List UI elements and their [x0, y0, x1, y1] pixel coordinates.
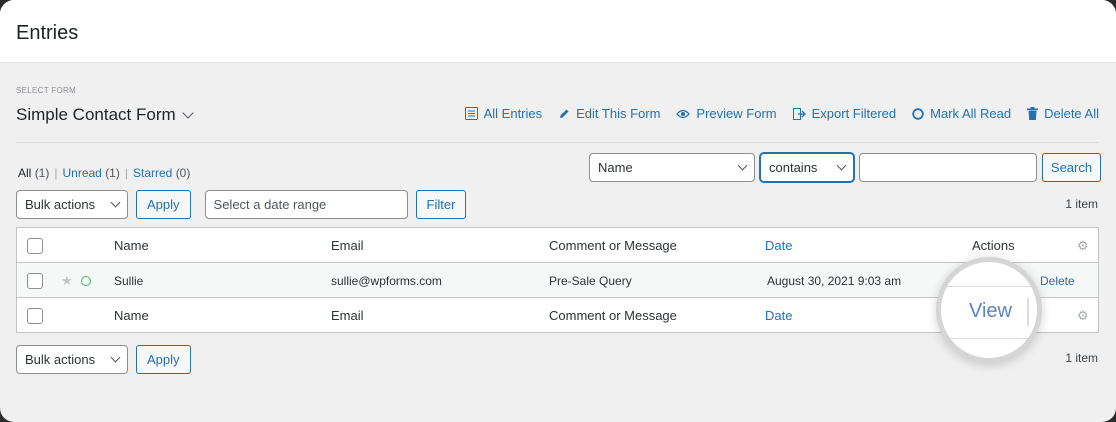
page-title: Entries — [16, 22, 79, 44]
edit-form-link[interactable]: Edit This Form — [558, 106, 660, 121]
search-field-value: Name — [598, 160, 633, 175]
row-checkbox[interactable] — [27, 263, 43, 298]
chevron-down-icon — [737, 160, 748, 171]
date-range-input[interactable]: Select a date range — [204, 190, 408, 219]
bulk-actions-top: Bulk actions Apply Select a date range F… — [16, 190, 467, 219]
bulk-actions-value: Bulk actions — [25, 352, 96, 367]
filter-starred[interactable]: Starred (0) — [133, 166, 190, 180]
cell-message: Pre-Sale Query — [549, 273, 632, 288]
filter-all[interactable]: All (1) — [18, 166, 49, 180]
filter-unread[interactable]: Unread (1) — [62, 166, 119, 180]
search-bar: Name contains Search — [589, 153, 1101, 182]
gear-icon[interactable]: ⚙ — [1077, 228, 1089, 263]
chevron-down-icon — [836, 160, 847, 171]
unread-indicator-icon[interactable] — [81, 263, 91, 298]
view-link-magnifier: View — [936, 257, 1042, 363]
column-footer-email: Email — [331, 308, 364, 323]
delete-entry-link[interactable]: Delete — [1040, 263, 1075, 298]
column-header-email: Email — [331, 238, 364, 253]
export-filtered-link[interactable]: Export Filtered — [792, 106, 897, 121]
item-count-bottom: 1 item — [1065, 351, 1098, 365]
eye-icon — [676, 109, 691, 118]
search-operator-select[interactable]: contains — [760, 153, 854, 182]
table-row: ★ Sullie sullie@wpforms.com Pre-Sale Que… — [17, 263, 1098, 298]
cell-email: sullie@wpforms.com — [331, 273, 442, 288]
apply-button-bottom[interactable]: Apply — [136, 345, 191, 374]
divider — [16, 142, 1099, 143]
bulk-actions-bottom: Bulk actions Apply — [16, 345, 191, 374]
circle-icon — [912, 107, 924, 120]
column-footer-message: Comment or Message — [549, 308, 677, 323]
preview-form-label: Preview Form — [696, 106, 777, 121]
search-button[interactable]: Search — [1042, 153, 1101, 182]
item-count: 1 item — [1065, 197, 1098, 211]
cell-date: August 30, 2021 9:03 am — [767, 273, 902, 288]
separator — [1027, 298, 1029, 326]
delete-all-label: Delete All — [1044, 106, 1099, 121]
form-name: Simple Contact Form — [16, 105, 176, 124]
chevron-down-icon — [110, 197, 121, 208]
search-field-select[interactable]: Name — [589, 153, 755, 182]
edit-form-label: Edit This Form — [576, 106, 661, 121]
divider — [941, 338, 1037, 339]
select-all-checkbox[interactable] — [27, 228, 43, 263]
view-entry-link[interactable]: View — [969, 300, 1012, 323]
select-all-checkbox-footer[interactable] — [27, 298, 43, 333]
select-form-label: SELECT FORM — [16, 86, 77, 95]
delete-all-link[interactable]: Delete All — [1027, 106, 1099, 121]
star-icon[interactable]: ★ — [61, 263, 73, 298]
table-header-row: Name Email Comment or Message Date Actio… — [17, 228, 1098, 263]
divider — [941, 286, 1037, 287]
column-footer-date[interactable]: Date — [765, 298, 792, 333]
trash-icon — [1027, 107, 1039, 120]
mark-all-read-link[interactable]: Mark All Read — [912, 106, 1011, 121]
search-input[interactable] — [859, 153, 1037, 182]
bulk-actions-select-bottom[interactable]: Bulk actions — [16, 345, 128, 374]
export-filtered-label: Export Filtered — [811, 106, 897, 121]
cell-name: Sullie — [114, 273, 144, 288]
filter-button[interactable]: Filter — [415, 190, 467, 219]
list-icon — [464, 107, 478, 120]
form-actions: All Entries Edit This Form Preview Form … — [464, 106, 1099, 121]
bulk-actions-select[interactable]: Bulk actions — [16, 190, 128, 219]
bulk-actions-value: Bulk actions — [25, 197, 96, 212]
preview-form-link[interactable]: Preview Form — [676, 106, 777, 121]
app-window: Entries SELECT FORM Simple Contact Form … — [0, 0, 1116, 422]
view-filters: All (1) | Unread (1) | Starred (0) — [18, 166, 191, 180]
pencil-icon — [560, 109, 569, 118]
all-entries-link[interactable]: All Entries — [464, 106, 543, 121]
apply-button[interactable]: Apply — [136, 190, 191, 219]
export-icon — [792, 107, 806, 120]
chevron-down-icon — [182, 107, 194, 119]
page-header: Entries — [0, 0, 1116, 63]
column-header-date[interactable]: Date — [765, 228, 792, 263]
column-header-name: Name — [114, 238, 149, 253]
gear-icon[interactable]: ⚙ — [1077, 298, 1089, 333]
mark-all-read-label: Mark All Read — [930, 106, 1012, 121]
all-entries-label: All Entries — [483, 106, 543, 121]
column-footer-name: Name — [114, 308, 149, 323]
search-operator-value: contains — [769, 160, 818, 175]
form-selector[interactable]: Simple Contact Form — [16, 105, 194, 125]
column-header-message: Comment or Message — [549, 238, 677, 253]
chevron-down-icon — [110, 352, 121, 363]
